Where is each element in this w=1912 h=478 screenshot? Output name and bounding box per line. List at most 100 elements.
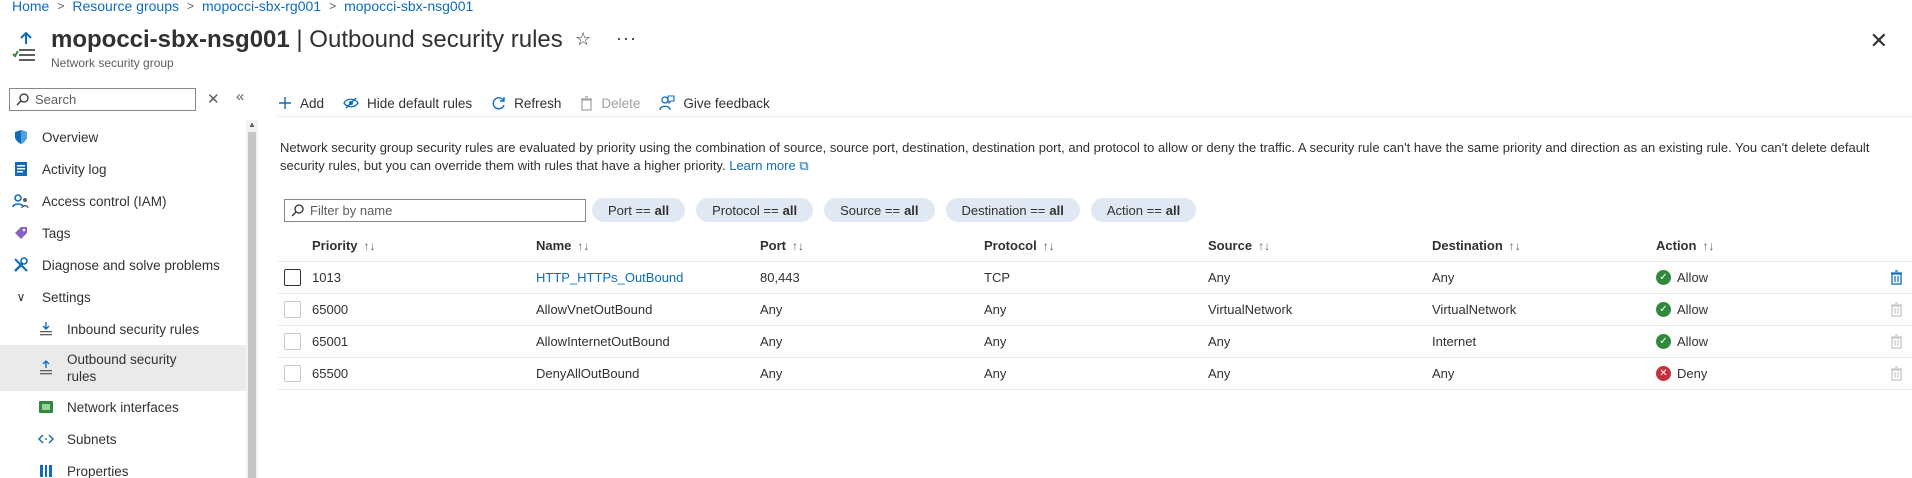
search-icon: [291, 203, 304, 216]
sidebar-item-label: Tags: [42, 225, 71, 241]
row-checkbox[interactable]: [284, 269, 301, 286]
cell-name: AllowVnetOutBound: [536, 302, 653, 317]
table-row[interactable]: 65000 AllowVnetOutBound Any Any VirtualN…: [278, 294, 1912, 326]
sidebar-item-access-control[interactable]: Access control (IAM): [0, 185, 246, 217]
refresh-button[interactable]: Refresh: [491, 96, 561, 111]
sort-icon: ↑↓: [577, 239, 590, 253]
destination-filter-pill[interactable]: Destination == all: [945, 198, 1080, 222]
clear-search-icon[interactable]: ✕: [207, 90, 220, 108]
sidebar-item-activity-log[interactable]: Activity log: [0, 153, 246, 185]
pill-label: Protocol ==: [712, 202, 779, 218]
action-label: Deny: [1677, 366, 1708, 381]
breadcrumb-separator: >: [329, 0, 337, 13]
pill-label: Source ==: [840, 202, 901, 218]
scrollbar-thumb[interactable]: [248, 132, 256, 478]
column-header-port[interactable]: Port ↑↓: [760, 238, 984, 253]
sidebar-item-label: Settings: [42, 289, 91, 305]
protocol-filter-pill[interactable]: Protocol == all: [696, 198, 814, 222]
source-filter-pill[interactable]: Source == all: [824, 198, 935, 222]
sort-icon: ↑↓: [1258, 239, 1271, 253]
sidebar-item-network-interfaces[interactable]: Network interfaces: [0, 391, 246, 423]
learn-more-link[interactable]: Learn more ⧉: [729, 158, 808, 173]
sidebar-item-overview[interactable]: Overview: [0, 121, 246, 153]
sidebar-item-outbound-rules[interactable]: Outbound security rules: [0, 345, 246, 391]
filter-by-name[interactable]: [284, 198, 586, 222]
check-circle-icon: ✓: [1656, 270, 1671, 285]
table-header: Priority ↑↓ Name ↑↓ Port ↑↓ Protocol ↑↓ Sour…: [278, 230, 1912, 262]
column-header-action[interactable]: Action ↑↓: [1656, 238, 1880, 253]
row-checkbox[interactable]: [284, 365, 301, 382]
row-checkbox[interactable]: [284, 301, 301, 318]
sidebar-item-label: Diagnose and solve problems: [42, 257, 220, 273]
cell-source: Any: [1208, 334, 1231, 349]
search-icon: [16, 93, 29, 106]
column-header-protocol[interactable]: Protocol ↑↓: [984, 238, 1208, 253]
pill-value: all: [1049, 202, 1064, 218]
hide-default-rules-button[interactable]: Hide default rules: [343, 96, 472, 111]
delete-row-button[interactable]: [1880, 270, 1912, 285]
menu-search-input[interactable]: [35, 92, 195, 107]
column-label: Priority: [312, 238, 358, 253]
feedback-icon: [659, 95, 675, 111]
description-text: Network security group security rules ar…: [280, 139, 1910, 175]
log-icon: [12, 160, 30, 178]
sidebar-item-label: Subnets: [67, 431, 117, 447]
breadcrumb-nsg[interactable]: mopocci-sbx-nsg001: [344, 0, 473, 14]
action-filter-pill[interactable]: Action == all: [1090, 198, 1197, 222]
give-feedback-button[interactable]: Give feedback: [659, 95, 770, 111]
external-link-icon: ⧉: [799, 158, 809, 173]
favorite-star-icon[interactable]: ☆: [575, 29, 591, 50]
filter-input[interactable]: [310, 202, 580, 218]
cell-name-link[interactable]: HTTP_HTTPs_OutBound: [536, 270, 760, 285]
breadcrumb-resource-groups[interactable]: Resource groups: [72, 0, 179, 14]
cell-protocol: Any: [984, 366, 1007, 381]
sidebar-item-label: Inbound security rules: [67, 321, 200, 337]
resource-menu: ✕ « Overview Activity log Access control…: [0, 84, 258, 478]
table-row[interactable]: 65001 AllowInternetOutBound Any Any Any …: [278, 326, 1912, 358]
sidebar-item-tags[interactable]: Tags: [0, 217, 246, 249]
row-select[interactable]: [278, 333, 312, 350]
breadcrumb-resource-group[interactable]: mopocci-sbx-rg001: [202, 0, 321, 14]
trash-icon: [1890, 366, 1902, 381]
row-select[interactable]: [278, 269, 312, 286]
add-button[interactable]: Add: [278, 96, 324, 111]
row-select[interactable]: [278, 365, 312, 382]
table-row[interactable]: 1013 HTTP_HTTPs_OutBound 80,443 TCP Any …: [278, 262, 1912, 294]
column-label: Name: [536, 238, 572, 253]
column-header-source[interactable]: Source ↑↓: [1208, 238, 1432, 253]
sort-icon: ↑↓: [1508, 239, 1521, 253]
command-bar: Add Hide default rules Refresh Delete Gi…: [278, 88, 789, 118]
pill-label: Destination ==: [961, 202, 1046, 218]
close-icon[interactable]: ✕: [1870, 28, 1888, 54]
port-filter-pill[interactable]: Port == all: [592, 198, 686, 222]
table-row[interactable]: 65500 DenyAllOutBound Any Any Any Any ✕ D…: [278, 358, 1912, 390]
subnet-icon: [37, 430, 55, 448]
cell-name: AllowInternetOutBound: [536, 334, 670, 349]
cell-destination: Any: [1432, 270, 1455, 285]
row-select[interactable]: [278, 301, 312, 318]
delete-button[interactable]: Delete: [580, 96, 640, 111]
filter-bar: Port ==all Protocol ==all Source ==all D…: [284, 198, 1207, 222]
sidebar-item-label: Access control (IAM): [42, 193, 167, 209]
collapse-menu-icon[interactable]: «: [236, 88, 244, 105]
menu-search[interactable]: [9, 88, 196, 111]
column-header-priority[interactable]: Priority ↑↓: [312, 238, 536, 253]
sidebar-item-properties[interactable]: Properties: [0, 455, 246, 478]
more-options-icon[interactable]: ···: [616, 28, 637, 49]
sidebar-item-subnets[interactable]: Subnets: [0, 423, 246, 455]
scroll-up-icon[interactable]: ▲: [248, 120, 256, 129]
page-title: mopocci-sbx-nsg001 | Outbound security r…: [51, 26, 563, 54]
people-icon: [12, 192, 30, 210]
menu-scrollbar[interactable]: ▲: [246, 120, 258, 478]
row-checkbox[interactable]: [284, 333, 301, 350]
cell-action: ✓ Allow: [1656, 334, 1880, 349]
toolbar-divider: [278, 116, 1912, 117]
breadcrumb-home[interactable]: Home: [12, 0, 49, 14]
column-label: Protocol: [984, 238, 1037, 253]
sidebar-item-diagnose[interactable]: Diagnose and solve problems: [0, 249, 246, 281]
sidebar-group-settings[interactable]: ∨ Settings: [0, 281, 246, 313]
sidebar-item-inbound-rules[interactable]: Inbound security rules: [0, 313, 246, 345]
column-header-name[interactable]: Name ↑↓: [536, 238, 760, 253]
outbound-rules-icon: [12, 31, 35, 61]
column-header-destination[interactable]: Destination ↑↓: [1432, 238, 1656, 253]
